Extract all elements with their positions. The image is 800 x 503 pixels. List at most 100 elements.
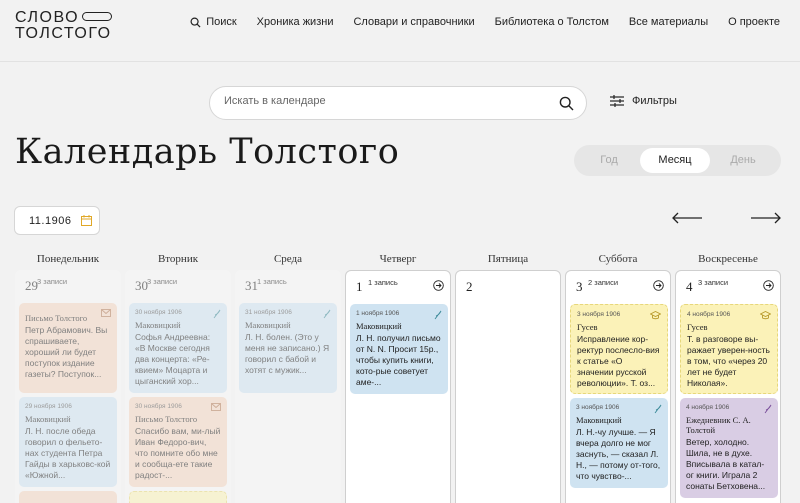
next-month-arrow-icon[interactable] xyxy=(751,212,781,224)
site-header: СЛОВО ТОЛСТОГО Поиск Хроника жизни Слова… xyxy=(0,0,800,62)
day-number: 4 xyxy=(686,279,693,294)
entry-date: 30 ноября 1906 xyxy=(135,309,182,316)
entry-card[interactable] xyxy=(129,491,227,503)
entry-card[interactable]: 3 ноября 1906 Гусев Исправление кор-рект… xyxy=(570,304,668,394)
entry-count: 3 записи xyxy=(698,278,729,287)
entry-count: 3 записи xyxy=(37,277,68,286)
entry-text: Л. Н.-чу лучше. — Я вчера долго не мог з… xyxy=(576,427,661,481)
day-cell[interactable]: 3 2 записи 3 ноября 1906 Гусев Исправлен… xyxy=(565,270,671,503)
day-cell[interactable]: 2 xyxy=(455,270,561,503)
entry-author: Письмо Толстого xyxy=(25,313,88,323)
entry-author: Ежедневник С. А. Толстой xyxy=(686,415,751,435)
nav-search[interactable]: Поиск xyxy=(190,16,237,28)
feather-icon xyxy=(213,309,221,319)
entry-author: Маковицкий xyxy=(576,415,622,425)
graduation-cap-icon xyxy=(650,311,661,320)
weekday-fri: Пятница xyxy=(487,253,529,265)
arrow-right-circle-icon[interactable] xyxy=(763,280,774,291)
entry-date: 1 ноября 1906 xyxy=(356,310,400,317)
entry-text: Ветер, холодно. Шила, не в духе. Вписыва… xyxy=(686,437,766,491)
entry-author: Маковицкий xyxy=(245,320,291,330)
day-number: 3 xyxy=(576,279,583,294)
filters-button[interactable]: Фильтры xyxy=(610,95,677,107)
logo-line-1: СЛОВО xyxy=(15,9,80,26)
entry-date: 4 ноября 1906 xyxy=(687,311,731,318)
entry-date: 30 ноября 1906 xyxy=(135,403,182,410)
entry-card[interactable]: 29 ноября 1906 Маковицкий Л. Н. после об… xyxy=(19,397,117,487)
arrow-right-circle-icon[interactable] xyxy=(433,280,444,291)
weekday-thu: Четверг xyxy=(379,253,417,265)
nav-chronicle[interactable]: Хроника жизни xyxy=(257,16,334,28)
pen-icon xyxy=(82,12,113,22)
entry-author: Гусев xyxy=(687,322,708,332)
feather-icon xyxy=(434,310,442,320)
date-value: 11.1906 xyxy=(29,215,72,227)
envelope-icon xyxy=(211,403,221,411)
entry-card[interactable]: 30 ноября 1906 Маковицкий Софья Андреевн… xyxy=(129,303,227,393)
entry-author: Гусев xyxy=(577,322,598,332)
entry-author: Письмо Толстого xyxy=(135,414,198,424)
logo-line-2: ТОЛСТОГО xyxy=(15,25,112,42)
view-year[interactable]: Год xyxy=(574,148,644,173)
day-cell[interactable]: 31 1 запись 31 ноября 1906 Маковицкий Л.… xyxy=(235,270,341,503)
entry-card[interactable]: 4 ноября 1906 Ежедневник С. А. Толстой В… xyxy=(680,398,778,498)
date-picker[interactable]: 11.1906 xyxy=(14,206,100,235)
view-switch: Год Месяц День xyxy=(574,145,781,176)
entry-text: Исправление кор-ректур послесло-вия к ст… xyxy=(577,334,660,388)
entry-count: 2 записи xyxy=(588,278,619,287)
entry-date: 4 ноября 1906 xyxy=(686,404,730,411)
calendar-icon xyxy=(81,215,92,226)
day-cell[interactable]: 30 3 записи 30 ноября 1906 Маковицкий Со… xyxy=(125,270,231,503)
search-icon xyxy=(190,17,201,28)
day-cell[interactable]: 1 1 запись 1 ноября 1906 Маковицкий Л. Н… xyxy=(345,270,451,503)
prev-month-arrow-icon[interactable] xyxy=(672,212,702,224)
graduation-cap-icon xyxy=(760,311,771,320)
site-logo[interactable]: СЛОВО ТОЛСТОГО xyxy=(15,9,113,42)
entry-count: 3 записи xyxy=(147,277,178,286)
entry-date: 3 ноября 1906 xyxy=(576,404,620,411)
search-icon[interactable] xyxy=(559,96,574,111)
entry-count: 1 запись xyxy=(368,278,398,287)
entry-author: Маковицкий xyxy=(25,414,71,424)
entry-date: 31 ноября 1906 xyxy=(245,309,292,316)
day-cell[interactable]: 4 3 записи 4 ноября 1906 Гусев Т. в разг… xyxy=(675,270,781,503)
weekday-sun: Воскресенье xyxy=(698,253,758,265)
entry-card[interactable]: Письмо Толстого Петр Абрамович. Вы спраш… xyxy=(19,303,117,393)
entry-card[interactable]: 3 ноября 1906 Маковицкий Л. Н.-чу лучше.… xyxy=(570,398,668,488)
view-month[interactable]: Месяц xyxy=(640,148,710,173)
entry-text: Спасибо вам, ми-лый Иван Федоро-вич, что… xyxy=(135,426,221,480)
nav-search-label: Поиск xyxy=(206,16,237,28)
entry-count: 1 запись xyxy=(257,277,287,286)
nav-all-materials[interactable]: Все материалы xyxy=(629,16,708,28)
nav-dictionaries[interactable]: Словари и справочники xyxy=(353,16,474,28)
weekday-wed: Среда xyxy=(273,253,303,265)
envelope-icon xyxy=(101,309,111,317)
calendar-search xyxy=(209,86,587,120)
entry-card[interactable]: 31 ноября 1906 Маковицкий Л. Н. болен. (… xyxy=(239,303,337,393)
entry-author: Маковицкий xyxy=(356,321,402,331)
feather-icon xyxy=(764,404,772,414)
entry-text: Л. Н. после обеда говорил о фельето-нах … xyxy=(25,426,111,480)
arrow-right-circle-icon[interactable] xyxy=(653,280,664,291)
calendar-search-input[interactable] xyxy=(224,95,544,107)
weekday-sat: Суббота xyxy=(598,253,638,265)
view-day[interactable]: День xyxy=(708,148,778,173)
entry-date: 29 ноября 1906 xyxy=(25,403,72,410)
feather-icon xyxy=(654,404,662,414)
entry-date: 3 ноября 1906 xyxy=(577,311,621,318)
weekday-tue: Вторник xyxy=(157,253,199,265)
nav-about[interactable]: О проекте xyxy=(728,16,780,28)
day-number: 1 xyxy=(356,279,363,294)
entry-card[interactable]: 1 ноября 1906 Маковицкий Л. Н. получил п… xyxy=(350,304,448,394)
sliders-icon xyxy=(610,95,624,107)
feather-icon xyxy=(323,309,331,319)
page-title: Календарь Толстого xyxy=(15,132,400,172)
day-number: 2 xyxy=(466,279,473,294)
entry-card[interactable]: 30 ноября 1906 Письмо Толстого Спасибо в… xyxy=(129,397,227,487)
day-cell[interactable]: 29 3 записи Письмо Толстого Петр Абрамов… xyxy=(15,270,121,503)
entry-text: Софья Андреевна: «В Москве сегодня два к… xyxy=(135,332,211,386)
entry-card[interactable] xyxy=(19,491,117,503)
entry-text: Петр Абрамович. Вы спрашиваете, хороший … xyxy=(25,325,108,379)
entry-card[interactable]: 4 ноября 1906 Гусев Т. в разговоре вы-ра… xyxy=(680,304,778,394)
nav-library[interactable]: Библиотека о Толстом xyxy=(495,16,609,28)
